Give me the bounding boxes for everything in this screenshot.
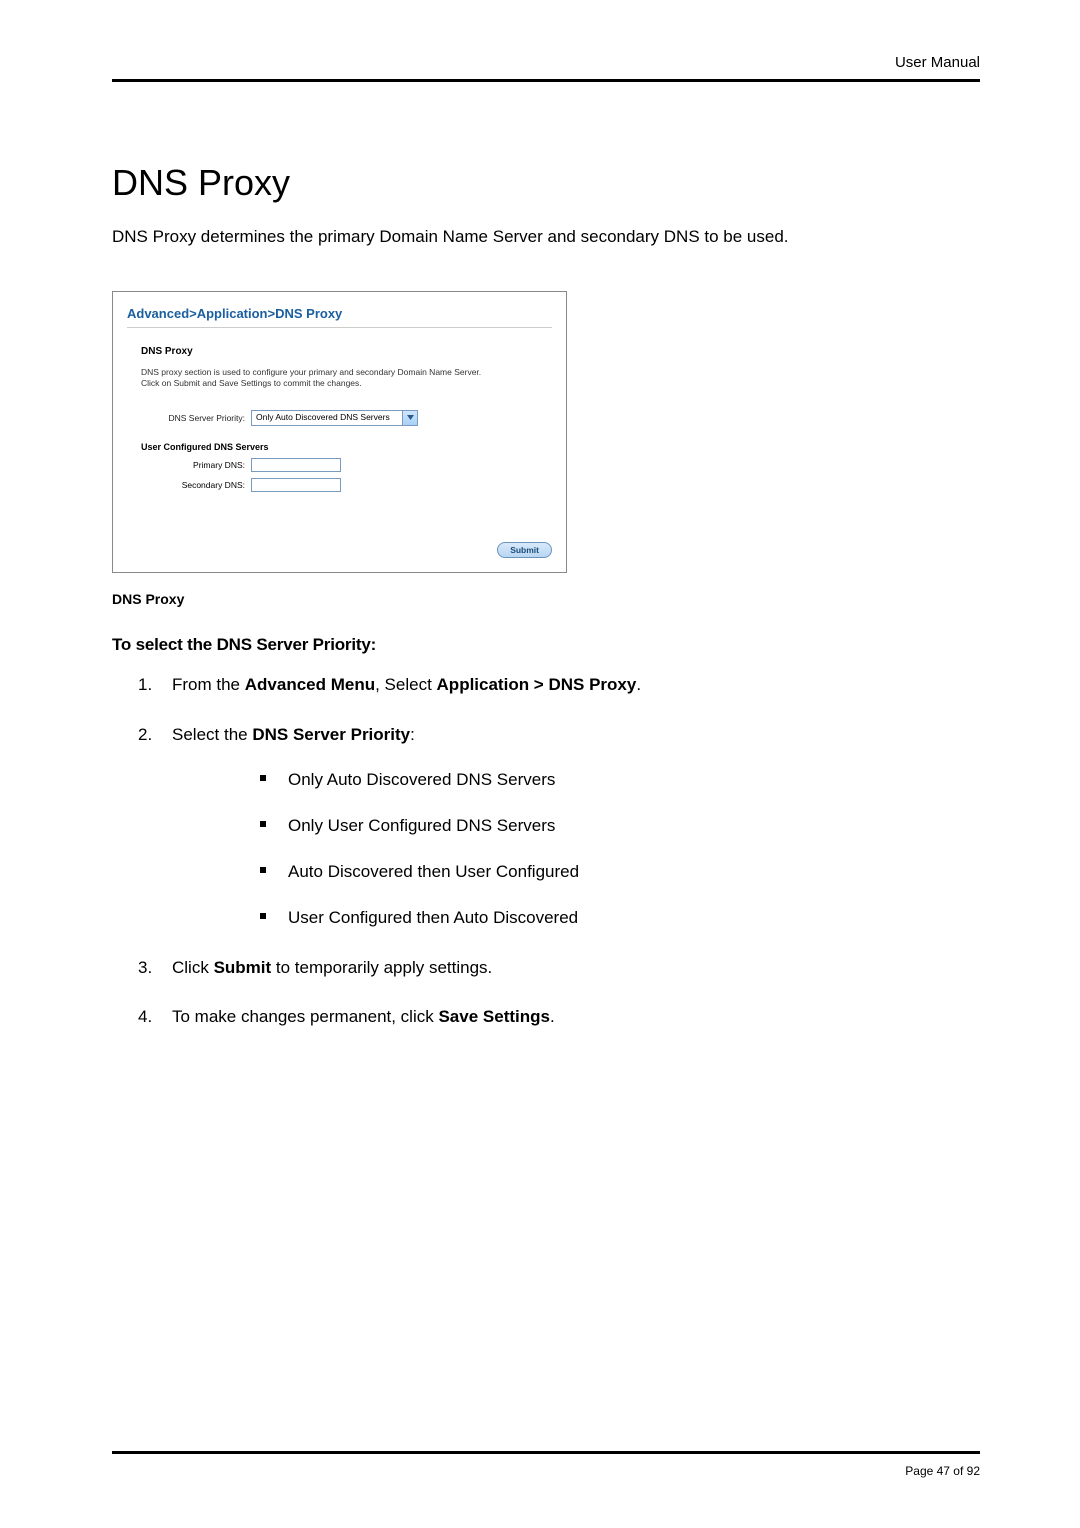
step-1-text-c: . bbox=[636, 675, 641, 694]
step-4-text-a: To make changes permanent, click bbox=[172, 1007, 438, 1026]
step-3-bold: Submit bbox=[214, 958, 272, 977]
chevron-down-icon[interactable] bbox=[402, 411, 417, 425]
primary-dns-input[interactable] bbox=[251, 458, 341, 472]
option-2: Only User Configured DNS Servers bbox=[172, 814, 980, 838]
step-1-bold-1: Advanced Menu bbox=[245, 675, 375, 694]
priority-select-value: Only Auto Discovered DNS Servers bbox=[252, 411, 402, 425]
primary-dns-label: Primary DNS: bbox=[141, 460, 251, 470]
priority-label: DNS Server Priority: bbox=[141, 413, 251, 423]
option-4: User Configured then Auto Discovered bbox=[172, 906, 980, 930]
step-2-text-a: Select the bbox=[172, 725, 252, 744]
step-2-bold: DNS Server Priority bbox=[252, 725, 410, 744]
header-right: User Manual bbox=[895, 54, 980, 71]
step-2-text-b: : bbox=[410, 725, 415, 744]
step-num-1: 1. bbox=[138, 673, 152, 697]
step-1-text-b: , Select bbox=[375, 675, 436, 694]
step-1: 1. From the Advanced Menu, Select Applic… bbox=[112, 673, 980, 697]
user-configured-heading: User Configured DNS Servers bbox=[141, 442, 552, 452]
howto-heading: To select the DNS Server Priority: bbox=[112, 635, 980, 655]
secondary-dns-label: Secondary DNS: bbox=[141, 480, 251, 490]
option-3: Auto Discovered then User Configured bbox=[172, 860, 980, 884]
breadcrumb: Advanced>Application>DNS Proxy bbox=[127, 306, 552, 328]
header-rule bbox=[112, 79, 980, 82]
step-2: 2. Select the DNS Server Priority: Only … bbox=[112, 723, 980, 930]
step-4-text-b: . bbox=[550, 1007, 555, 1026]
config-screenshot: Advanced>Application>DNS Proxy DNS Proxy… bbox=[112, 291, 567, 573]
step-num-3: 3. bbox=[138, 956, 152, 980]
step-3-text-b: to temporarily apply settings. bbox=[271, 958, 492, 977]
section-blurb: DNS proxy section is used to configure y… bbox=[141, 367, 552, 390]
step-1-text-a: From the bbox=[172, 675, 245, 694]
step-4-bold: Save Settings bbox=[438, 1007, 550, 1026]
page-title: DNS Proxy bbox=[112, 162, 980, 204]
option-1: Only Auto Discovered DNS Servers bbox=[172, 768, 980, 792]
steps-list: 1. From the Advanced Menu, Select Applic… bbox=[112, 673, 980, 1029]
footer-rule bbox=[112, 1451, 980, 1454]
intro-text: DNS Proxy determines the primary Domain … bbox=[112, 226, 980, 249]
blurb-line-2: Click on Submit and Save Settings to com… bbox=[141, 378, 362, 388]
page-number: Page 47 of 92 bbox=[905, 1464, 980, 1478]
step-3-text-a: Click bbox=[172, 958, 214, 977]
secondary-dns-input[interactable] bbox=[251, 478, 341, 492]
step-3: 3. Click Submit to temporarily apply set… bbox=[112, 956, 980, 980]
submit-button[interactable]: Submit bbox=[497, 542, 552, 558]
step-4: 4. To make changes permanent, click Save… bbox=[112, 1005, 980, 1029]
step-num-4: 4. bbox=[138, 1005, 152, 1029]
step-1-bold-2: Application > DNS Proxy bbox=[437, 675, 637, 694]
blurb-line-1: DNS proxy section is used to configure y… bbox=[141, 367, 481, 377]
options-list: Only Auto Discovered DNS Servers Only Us… bbox=[172, 768, 980, 929]
screenshot-caption: DNS Proxy bbox=[112, 591, 980, 607]
priority-select[interactable]: Only Auto Discovered DNS Servers bbox=[251, 410, 418, 426]
step-num-2: 2. bbox=[138, 723, 152, 747]
section-heading: DNS Proxy bbox=[141, 346, 552, 357]
